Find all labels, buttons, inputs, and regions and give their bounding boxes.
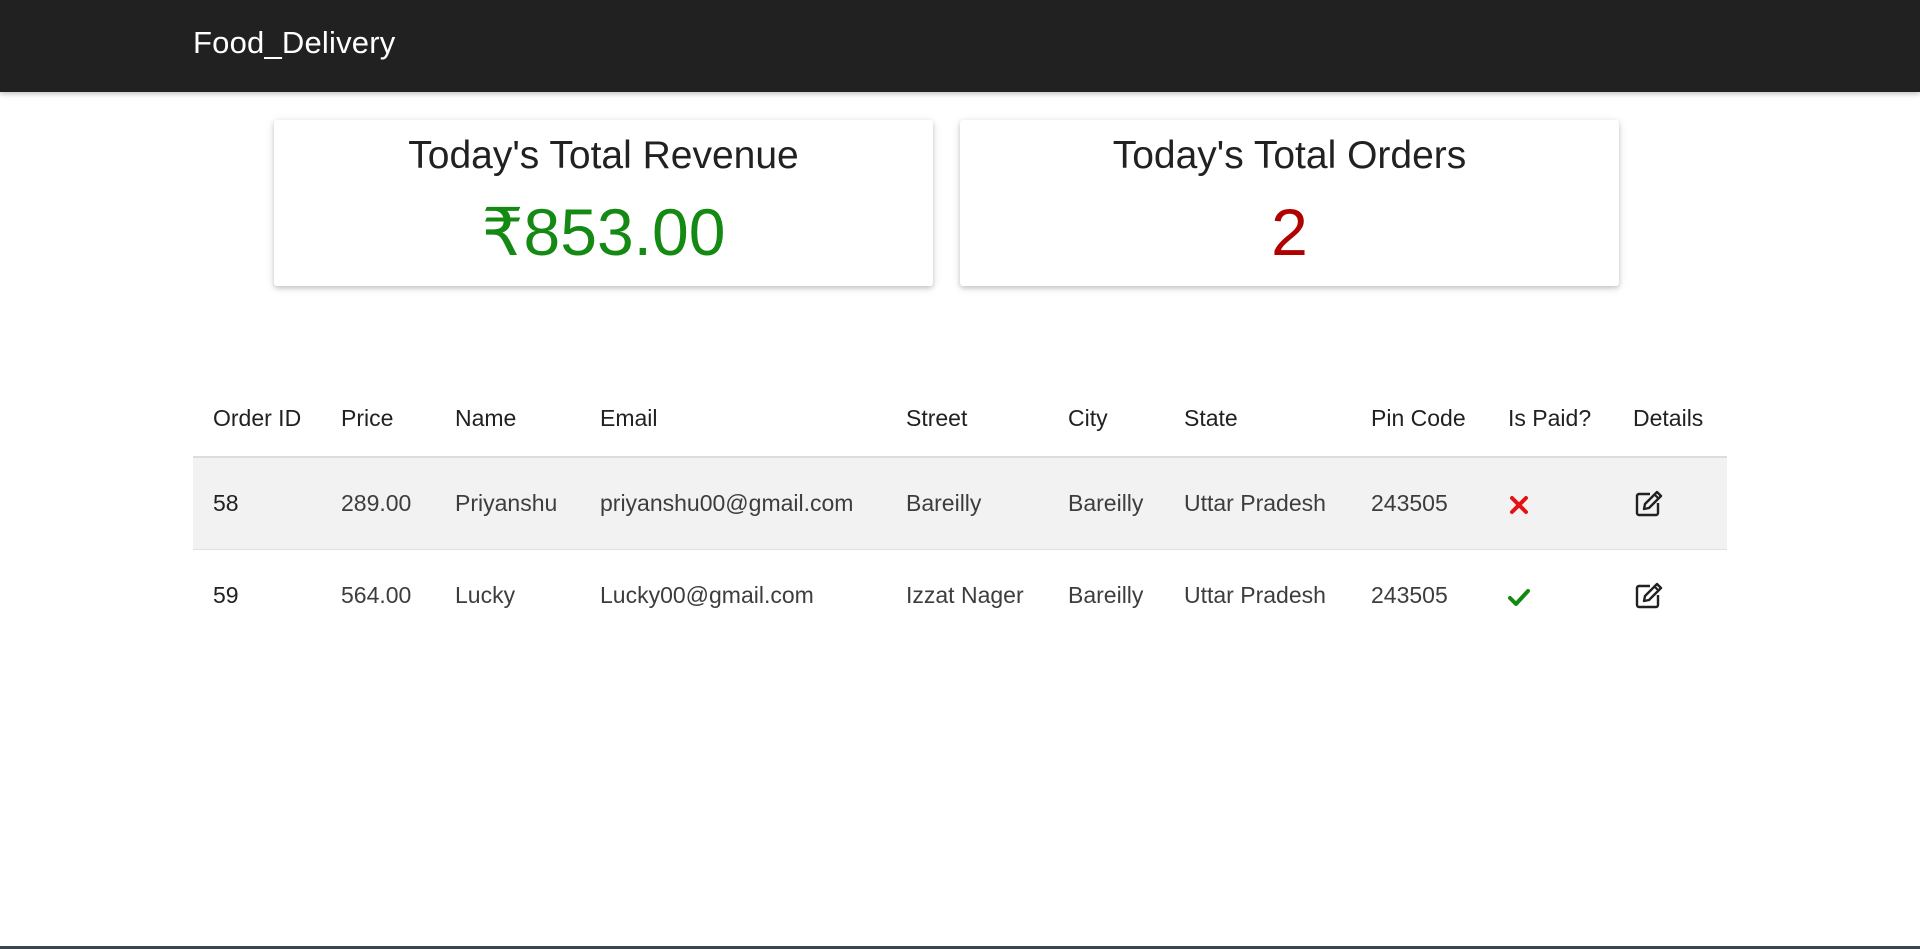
- revenue-card-title: Today's Total Revenue: [408, 134, 799, 177]
- orders-card-title: Today's Total Orders: [1112, 134, 1467, 177]
- header-street: Street: [886, 380, 1048, 458]
- navbar: Food_Delivery: [0, 0, 1920, 92]
- cell-price: 564.00: [341, 582, 412, 608]
- revenue-card-value: ₹853.00: [481, 195, 726, 269]
- header-email: Email: [580, 380, 886, 458]
- cell-order-id: 59: [213, 582, 239, 608]
- cell-street: Izzat Nager: [906, 582, 1024, 608]
- orders-card: Today's Total Orders 2: [960, 120, 1619, 286]
- header-name: Name: [435, 380, 580, 458]
- cell-state: Uttar Pradesh: [1184, 582, 1326, 608]
- cell-pin-code: 243505: [1371, 582, 1448, 608]
- cell-city: Bareilly: [1048, 457, 1164, 550]
- header-order-id: Order ID: [193, 380, 321, 458]
- edit-icon[interactable]: [1633, 581, 1663, 611]
- check-mark-icon: [1508, 588, 1530, 606]
- revenue-card: Today's Total Revenue ₹853.00: [274, 120, 933, 286]
- cell-name: Lucky: [455, 582, 516, 608]
- brand-link[interactable]: Food_Delivery: [193, 25, 395, 61]
- header-details: Details: [1613, 380, 1727, 458]
- cell-city: Bareilly: [1068, 582, 1144, 608]
- cell-details: [1613, 550, 1727, 642]
- cell-email: Lucky00@gmail.com: [600, 582, 814, 608]
- cell-is-paid: [1488, 457, 1613, 550]
- cell-price: 289.00: [321, 457, 435, 550]
- cell-state: Uttar Pradesh: [1164, 457, 1351, 550]
- cell-email: priyanshu00@gmail.com: [580, 457, 886, 550]
- x-mark-icon: [1510, 495, 1528, 514]
- header-is-paid: Is Paid?: [1488, 380, 1613, 458]
- header-state: State: [1164, 380, 1351, 458]
- cell-details: [1613, 457, 1727, 550]
- orders-card-value: 2: [1271, 195, 1308, 269]
- cell-name: Priyanshu: [435, 457, 580, 550]
- table-row: 59 564.00 Lucky Lucky00@gmail.com Izzat …: [193, 550, 1727, 642]
- cell-pin-code: 243505: [1351, 457, 1488, 550]
- orders-table: Order ID Price Name Email Street City St…: [193, 380, 1727, 641]
- edit-icon[interactable]: [1633, 489, 1663, 519]
- header-price: Price: [321, 380, 435, 458]
- cell-is-paid: [1488, 550, 1613, 642]
- table-row: 58 289.00 Priyanshu priyanshu00@gmail.co…: [193, 457, 1727, 550]
- cell-order-id: 58: [193, 457, 321, 550]
- header-pin-code: Pin Code: [1351, 380, 1488, 458]
- table-header-row: Order ID Price Name Email Street City St…: [193, 380, 1727, 458]
- header-city: City: [1048, 380, 1164, 458]
- cell-street: Bareilly: [886, 457, 1048, 550]
